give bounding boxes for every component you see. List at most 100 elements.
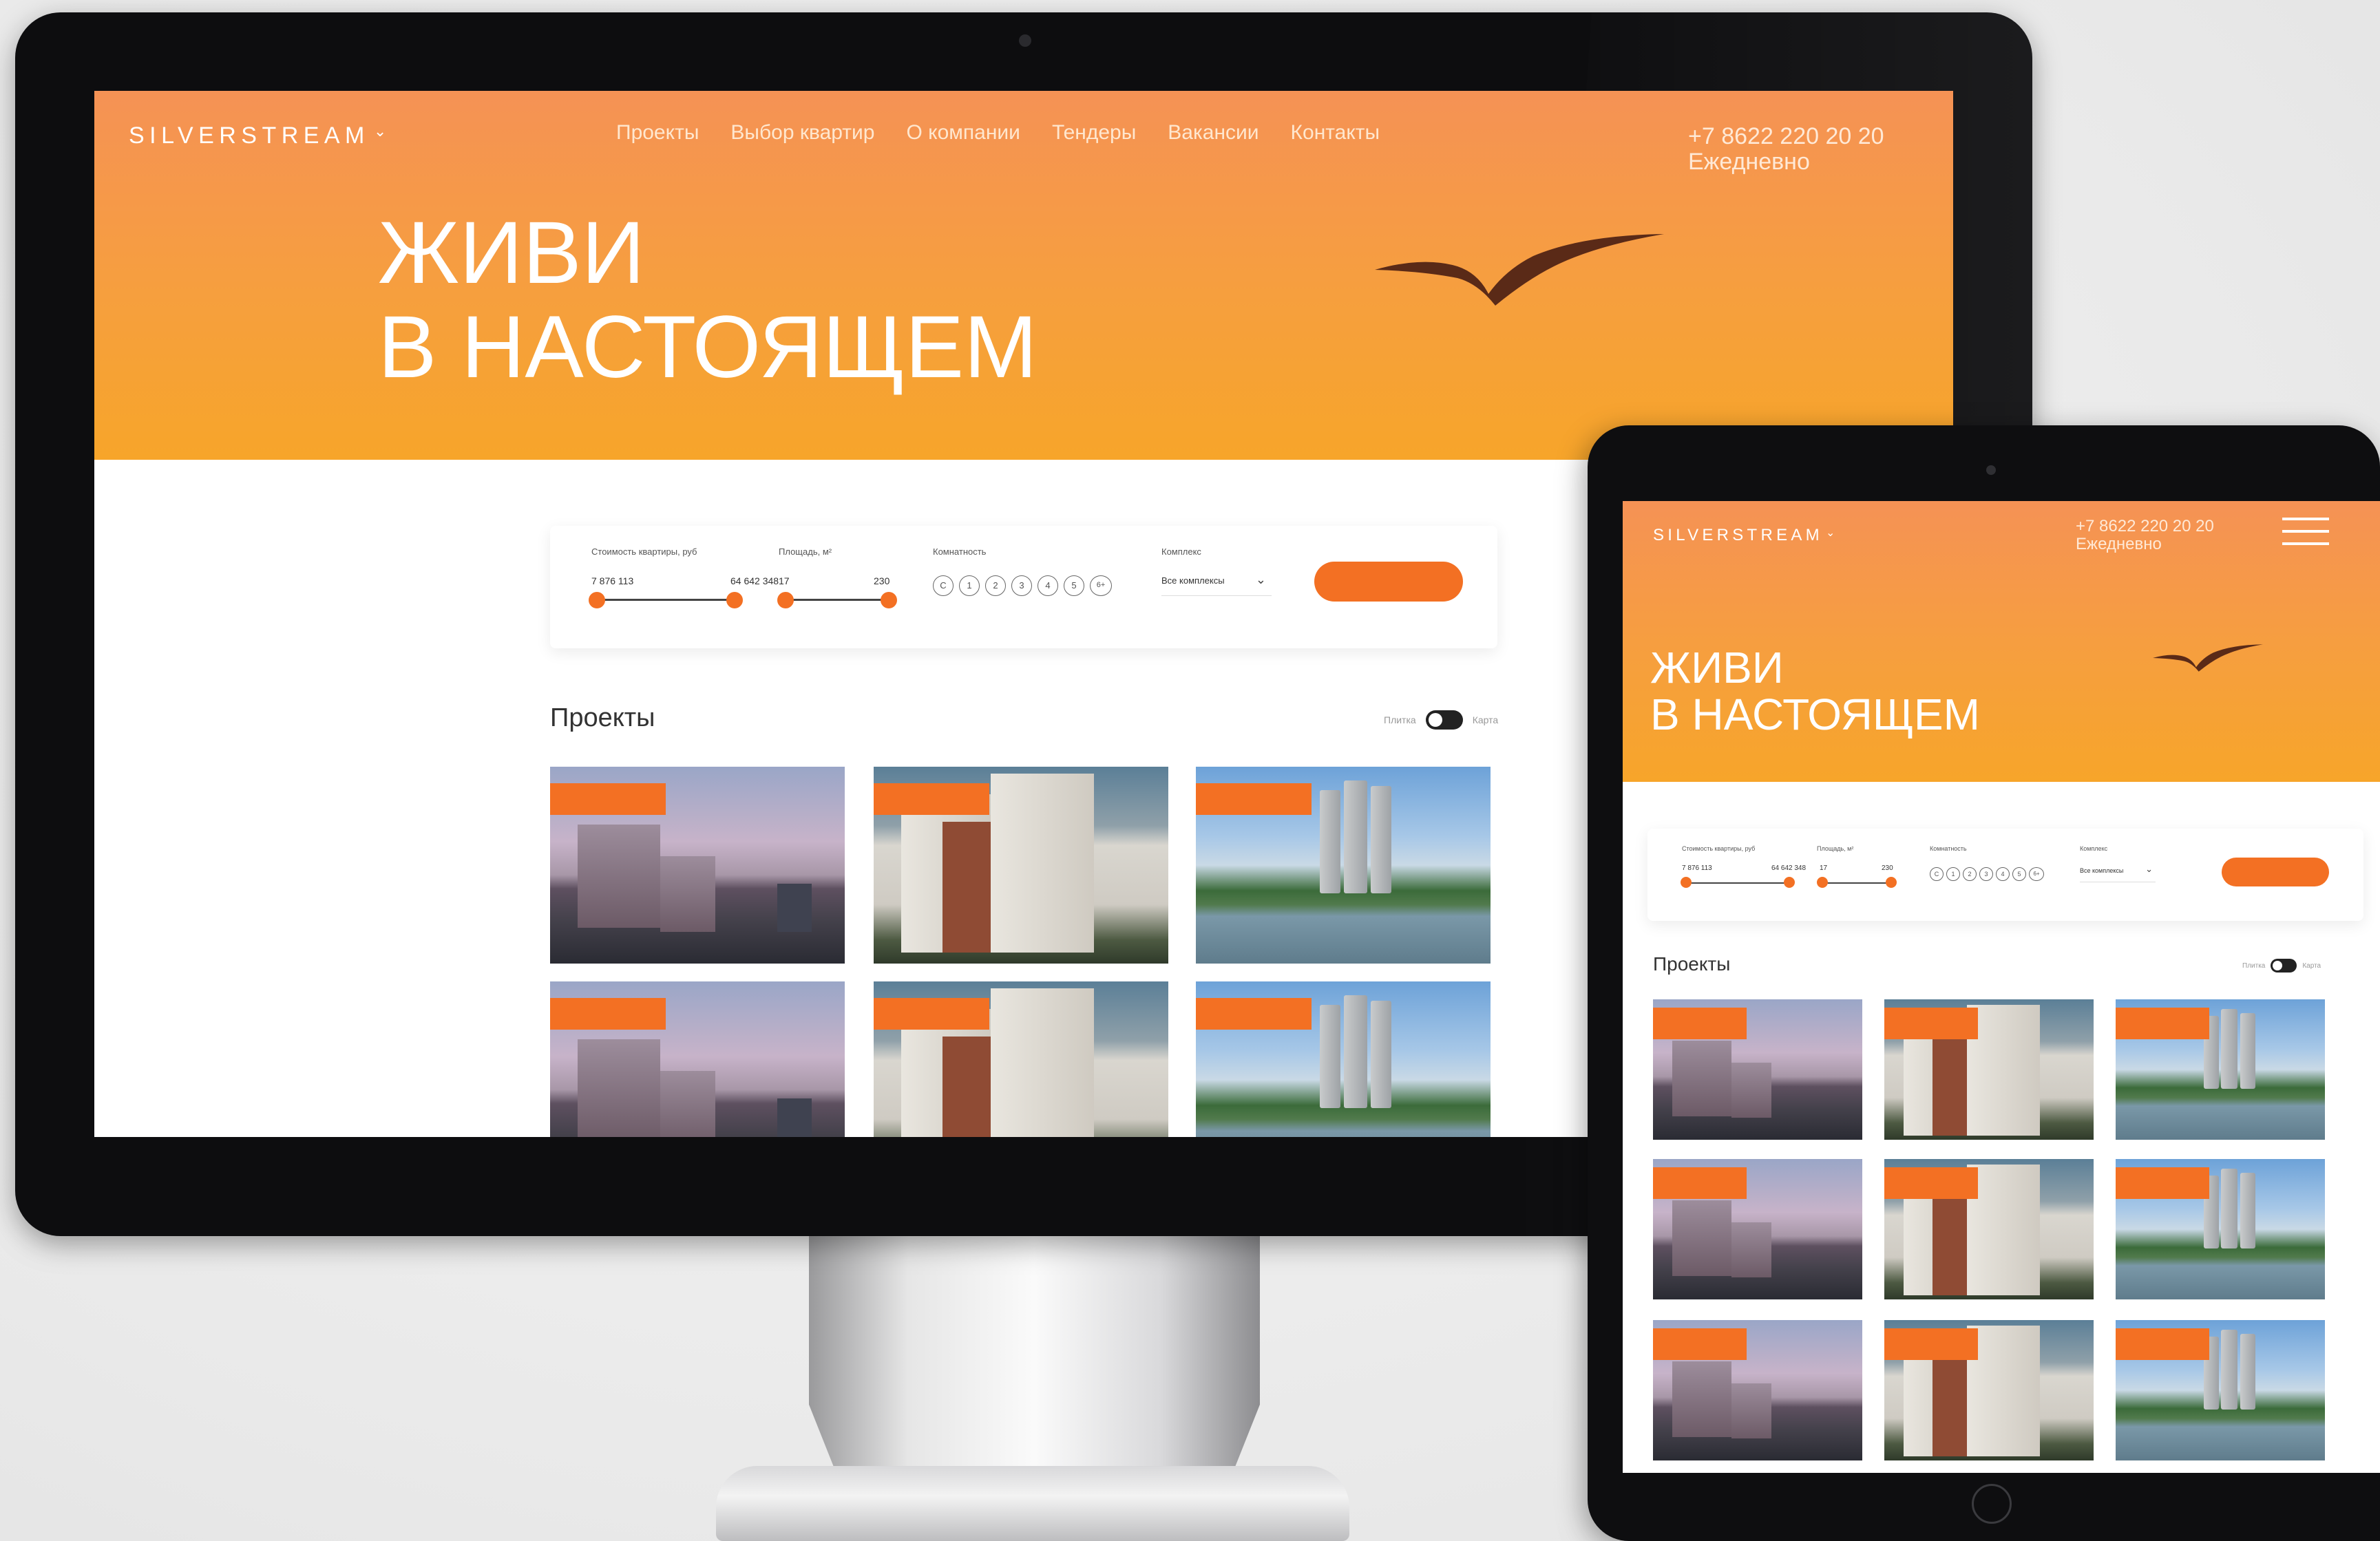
- project-card[interactable]: [1884, 1159, 2094, 1299]
- project-tag: [2116, 1008, 2209, 1039]
- view-tile-label: Плитка: [1384, 714, 1416, 725]
- apartment-filter: Стоимость квартиры, руб 7 876 113 64 642…: [550, 526, 1497, 648]
- chevron-down-icon: ⌄: [373, 123, 392, 140]
- project-card[interactable]: [1196, 767, 1491, 964]
- price-slider-max-handle[interactable]: [1784, 877, 1795, 888]
- project-tag: [550, 783, 666, 815]
- rooms-label: Комнатность: [933, 546, 987, 557]
- project-tag: [874, 998, 989, 1030]
- nav-item-contacts[interactable]: Контакты: [1291, 121, 1380, 145]
- search-button[interactable]: [1314, 562, 1463, 602]
- project-tag: [550, 998, 666, 1030]
- area-label: Площадь, м²: [1817, 845, 1854, 852]
- view-switch[interactable]: [2271, 959, 2297, 973]
- project-card[interactable]: [874, 767, 1168, 964]
- menu-icon[interactable]: [2282, 518, 2329, 545]
- headline-line-2: В НАСТОЯЩЕМ: [378, 297, 1038, 396]
- phone-number[interactable]: +7 8622 220 20 20: [2076, 517, 2214, 535]
- project-tag: [1884, 1167, 1978, 1199]
- price-slider-max-handle[interactable]: [726, 592, 743, 608]
- project-card[interactable]: [1653, 1320, 1862, 1460]
- nav-item-apartments[interactable]: Выбор квартир: [730, 121, 874, 145]
- project-card[interactable]: [2116, 1320, 2325, 1460]
- area-slider-min-handle[interactable]: [777, 592, 794, 608]
- area-slider-max-handle[interactable]: [881, 592, 897, 608]
- price-slider-track[interactable]: [1686, 882, 1789, 884]
- search-button[interactable]: [2222, 858, 2329, 886]
- main-nav: Проекты Выбор квартир О компании Тендеры…: [616, 121, 1380, 145]
- room-option-4[interactable]: 4: [1996, 867, 2010, 881]
- project-tag: [1196, 783, 1312, 815]
- monitor-stand-base: [716, 1466, 1349, 1541]
- logo[interactable]: SILVERSTREAM ⌄: [129, 123, 392, 149]
- hero-headline: ЖИВИ В НАСТОЯЩЕМ: [378, 206, 1038, 395]
- project-tag: [1653, 1008, 1747, 1039]
- project-tag: [1653, 1167, 1747, 1199]
- area-slider-track[interactable]: [1822, 882, 1891, 884]
- area-slider-track[interactable]: [784, 599, 887, 601]
- price-slider-track[interactable]: [596, 599, 733, 601]
- area-max: 230: [874, 575, 890, 586]
- room-option-2[interactable]: 2: [1963, 867, 1977, 881]
- price-min: 7 876 113: [591, 575, 634, 586]
- area-label: Площадь, м²: [779, 546, 832, 557]
- project-card[interactable]: [2116, 999, 2325, 1140]
- chevron-down-icon: ⌄: [2145, 864, 2153, 875]
- room-option-5[interactable]: 5: [2012, 867, 2026, 881]
- project-card[interactable]: [1884, 1320, 2094, 1460]
- area-slider-max-handle[interactable]: [1886, 877, 1897, 888]
- view-map-label: Карта: [2302, 961, 2321, 970]
- project-card[interactable]: [1884, 999, 2094, 1140]
- project-card[interactable]: [550, 981, 845, 1137]
- complex-select-value: Все комплексы: [2080, 867, 2124, 874]
- view-toggle[interactable]: Плитка Карта: [1384, 710, 1498, 730]
- monitor-stand-neck: [809, 1236, 1260, 1484]
- logo-text: SILVERSTREAM: [1653, 526, 1823, 544]
- contact-block: +7 8622 220 20 20 Ежедневно: [1688, 123, 1884, 176]
- complex-select[interactable]: Все комплексы ⌄: [1161, 571, 1272, 596]
- room-option-4[interactable]: 4: [1038, 575, 1058, 596]
- room-option-2[interactable]: 2: [985, 575, 1006, 596]
- room-option-5[interactable]: 5: [1064, 575, 1084, 596]
- area-slider-min-handle[interactable]: [1817, 877, 1828, 888]
- price-min: 7 876 113: [1682, 864, 1712, 872]
- working-hours: Ежедневно: [2076, 535, 2162, 554]
- room-option-1[interactable]: 1: [1946, 867, 1960, 881]
- room-option-1[interactable]: 1: [959, 575, 980, 596]
- room-option-6plus[interactable]: 6+: [1090, 575, 1112, 596]
- headline-line-1: ЖИВИ: [1650, 643, 1784, 692]
- complex-select[interactable]: Все комплексы ⌄: [2080, 863, 2156, 882]
- view-toggle[interactable]: Плитка Карта: [2242, 959, 2321, 973]
- headline-line-2: В НАСТОЯЩЕМ: [1650, 690, 1980, 740]
- room-option-6plus[interactable]: 6+: [2029, 867, 2044, 881]
- project-card[interactable]: [2116, 1159, 2325, 1299]
- room-option-3[interactable]: 3: [1979, 867, 1993, 881]
- nav-item-projects[interactable]: Проекты: [616, 121, 699, 145]
- nav-item-about[interactable]: О компании: [906, 121, 1020, 145]
- working-hours: Ежедневно: [1688, 149, 1810, 176]
- price-slider-min-handle[interactable]: [1681, 877, 1692, 888]
- nav-item-tenders[interactable]: Тендеры: [1052, 121, 1136, 145]
- area-min: 17: [779, 575, 790, 586]
- room-option-3[interactable]: 3: [1011, 575, 1032, 596]
- room-option-studio[interactable]: С: [1930, 867, 1944, 881]
- project-card[interactable]: [874, 981, 1168, 1137]
- project-card[interactable]: [1196, 981, 1491, 1137]
- project-card[interactable]: [1653, 999, 1862, 1140]
- logo[interactable]: SILVERSTREAM ⌄: [1653, 526, 1839, 545]
- project-card[interactable]: [1653, 1159, 1862, 1299]
- project-card[interactable]: [550, 767, 845, 964]
- phone-number[interactable]: +7 8622 220 20 20: [1688, 123, 1884, 149]
- tablet-home-button: [1972, 1484, 2012, 1524]
- view-switch[interactable]: [1425, 710, 1463, 730]
- projects-title: Проекты: [1653, 953, 1731, 975]
- headline-line-1: ЖИВИ: [378, 204, 645, 302]
- room-option-studio[interactable]: С: [933, 575, 954, 596]
- apartment-filter: Стоимость квартиры, руб 7 876 113 64 642…: [1647, 829, 2363, 921]
- price-slider-min-handle[interactable]: [589, 592, 605, 608]
- hero-headline: ЖИВИ В НАСТОЯЩЕМ: [1650, 644, 1980, 738]
- rooms-label: Комнатность: [1930, 845, 1967, 852]
- view-tile-label: Плитка: [2242, 961, 2266, 970]
- nav-item-vacancies[interactable]: Вакансии: [1168, 121, 1259, 145]
- project-tag: [2116, 1328, 2209, 1360]
